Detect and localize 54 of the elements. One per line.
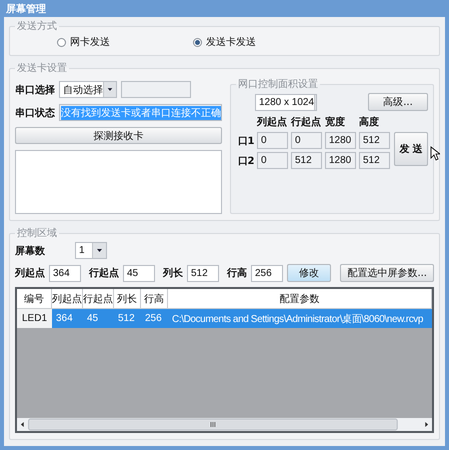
input-field[interactable]: 1280 <box>325 152 356 169</box>
detect-button[interactable]: 探测接收卡 <box>15 127 222 144</box>
table-cell-text: 256 <box>144 312 163 326</box>
port-label: 口2 <box>237 154 254 168</box>
advanced-button[interactable]: 高级... <box>368 93 428 111</box>
table-cell-text: 45 <box>86 312 100 326</box>
radio-label: 网卡发送 <box>70 36 110 49</box>
window-title: 屏幕管理 <box>6 2 46 16</box>
radio-label: 发送卡发送 <box>206 36 256 49</box>
field-label: 行起点 <box>89 266 119 280</box>
column-header: 行起点 <box>291 116 322 129</box>
field-label: 串口选择 <box>15 84 55 96</box>
table-cell-text: 364 <box>55 312 74 326</box>
group-title: 发送方式 <box>16 20 58 33</box>
field-label: 列长 <box>163 266 183 280</box>
field-label: 列起点 <box>15 266 45 280</box>
port-label: 口1 <box>237 134 254 148</box>
column-header: 高度 <box>359 115 380 129</box>
port-select[interactable]: 自动选择 <box>59 81 117 98</box>
group-title: 控制区域 <box>16 226 58 240</box>
input-field[interactable]: 256 <box>251 264 283 282</box>
table-cell-text: 512 <box>117 312 136 326</box>
input-field[interactable]: 0 <box>291 132 322 149</box>
field-label: 屏幕数 <box>15 244 46 258</box>
table-row[interactable]: LED1 364 45 512 256 C:\Documents and Settings\Administrator\桌面\8060\new.rcvp <box>17 309 432 328</box>
input-field[interactable]: 512 <box>359 152 390 169</box>
radio-option[interactable]: 发送卡发送 <box>193 35 323 49</box>
radio-option[interactable]: 网卡发送 <box>57 35 187 49</box>
field-label: 串口状态 <box>15 106 55 120</box>
column-header: 宽度 <box>325 115 346 129</box>
table-cell-text: C:\Documents and Settings\Administrator\桌面\8060\new.rcvp <box>171 312 424 326</box>
field-label: 行高 <box>227 266 247 280</box>
column-header: 列起点 <box>257 116 288 129</box>
radio-button[interactable] <box>57 38 66 46</box>
resolution-select[interactable]: 1280 x 1024 <box>255 94 317 110</box>
text-area[interactable] <box>15 150 222 214</box>
input-field[interactable]: 0 <box>257 152 288 169</box>
input-field[interactable]: 512 <box>291 152 322 169</box>
input-field[interactable] <box>121 81 191 98</box>
input-field[interactable]: 45 <box>123 264 155 282</box>
config-button[interactable]: 配置选中屏参数... <box>340 264 434 282</box>
input-field[interactable]: 512 <box>187 264 219 282</box>
input-field[interactable]: 364 <box>49 264 81 282</box>
horizontal-scrollbar[interactable] <box>17 418 432 431</box>
screen-count-select[interactable]: 1 <box>75 242 107 259</box>
input-field[interactable]: 512 <box>359 132 390 149</box>
group-title: 发送卡设置 <box>16 62 68 75</box>
send-button[interactable]: 发 送 <box>394 132 428 166</box>
radio-button[interactable] <box>193 38 202 46</box>
table-cell: LED1 <box>17 309 52 328</box>
modify-button[interactable]: 修改 <box>287 264 331 282</box>
input-field[interactable]: 0 <box>257 132 288 149</box>
group-title: 网口控制面积设置 <box>237 78 319 91</box>
input-field[interactable]: 1280 <box>325 132 356 149</box>
